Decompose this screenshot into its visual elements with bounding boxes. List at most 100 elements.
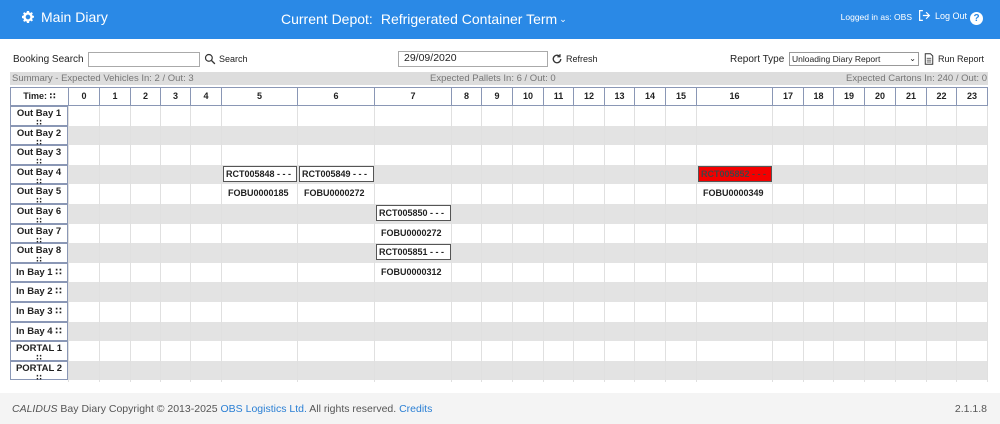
summary-bar: Summary - Expected Vehicles In: 2 / Out:… bbox=[10, 72, 988, 85]
depot-value[interactable]: Refrigerated Container Term bbox=[381, 11, 557, 27]
run-report-button[interactable]: Run Report bbox=[923, 53, 984, 65]
column-divider bbox=[956, 106, 957, 382]
bay-label-text: Out Bay 3 bbox=[16, 147, 62, 159]
bay-label[interactable]: Out Bay 8 ∷ bbox=[10, 243, 68, 264]
booking-container-ref: FOBU0000349 bbox=[703, 188, 764, 199]
hour-header-12: 12 bbox=[573, 87, 605, 106]
hour-header-10: 10 bbox=[512, 87, 544, 106]
bay-label-text: Out Bay 1 bbox=[16, 108, 62, 119]
main-diary-link[interactable]: Main Diary bbox=[20, 9, 108, 25]
hour-header-8: 8 bbox=[451, 87, 482, 106]
column-divider bbox=[895, 106, 896, 382]
hour-header-22: 22 bbox=[926, 87, 957, 106]
hour-header-16: 16 bbox=[696, 87, 773, 106]
bay-label-text: In Bay 3 ∷ bbox=[16, 306, 62, 317]
bay-row: Out Bay 3 ∷ bbox=[10, 145, 988, 166]
hour-header-20: 20 bbox=[864, 87, 896, 106]
booking-card[interactable]: RCT005851 - - - bbox=[376, 244, 451, 261]
column-divider bbox=[604, 106, 605, 382]
booking-card[interactable]: RCT005849 - - - bbox=[299, 165, 374, 182]
logout-button[interactable]: Log Out bbox=[918, 9, 967, 22]
bay-label[interactable]: In Bay 4 ∷ bbox=[10, 321, 68, 342]
hour-header-13: 13 bbox=[604, 87, 635, 106]
run-report-label: Run Report bbox=[938, 54, 985, 64]
hour-header-19: 19 bbox=[833, 87, 865, 106]
bay-label[interactable]: PORTAL 2 ∷ bbox=[10, 360, 68, 382]
bay-label-text: PORTAL 1 bbox=[15, 343, 63, 355]
bay-label[interactable]: Out Bay 4 ∷ bbox=[10, 164, 68, 186]
bay-label[interactable]: Out Bay 7 ∷ bbox=[10, 223, 68, 245]
company-link[interactable]: OBS Logistics Ltd. bbox=[221, 403, 307, 415]
column-divider bbox=[374, 106, 375, 382]
bay-label[interactable]: Out Bay 5 ∷ bbox=[10, 184, 68, 205]
bay-label[interactable]: Out Bay 3 ∷ bbox=[10, 145, 68, 166]
bay-row: In Bay 4 ∷ bbox=[10, 321, 988, 342]
bay-label[interactable]: In Bay 2 ∷ bbox=[10, 282, 68, 302]
booking-card[interactable]: RCT005850 - - - bbox=[376, 205, 451, 221]
column-divider bbox=[803, 106, 804, 382]
bay-row: In Bay 3 ∷ bbox=[10, 302, 988, 322]
bay-label[interactable]: PORTAL 1 ∷ bbox=[10, 341, 68, 362]
report-type-value: Unloading Diary Report bbox=[792, 54, 881, 64]
column-divider bbox=[543, 106, 544, 382]
hour-header-23: 23 bbox=[956, 87, 988, 106]
bay-label-text: Out Bay 8 bbox=[16, 245, 62, 257]
column-divider bbox=[512, 106, 513, 382]
refresh-label: Refresh bbox=[566, 54, 598, 64]
hour-header-1: 1 bbox=[99, 87, 131, 106]
app-title: Main Diary bbox=[41, 9, 108, 25]
column-divider bbox=[833, 106, 834, 382]
bay-row: Out Bay 2 ∷ bbox=[10, 125, 988, 147]
hour-header-0: 0 bbox=[68, 87, 100, 106]
chevron-down-icon: ⌄ bbox=[559, 13, 567, 24]
credits-link[interactable]: Credits bbox=[399, 403, 432, 415]
hour-header-2: 2 bbox=[130, 87, 161, 106]
booking-search-input[interactable] bbox=[88, 52, 200, 67]
copyright: CALIDUS Bay Diary Copyright © 2013-2025 … bbox=[12, 403, 432, 415]
bay-row: PORTAL 1 ∷ bbox=[10, 341, 988, 362]
column-divider bbox=[772, 106, 773, 382]
summary-pallets: Expected Pallets In: 6 / Out: 0 bbox=[430, 73, 556, 84]
hour-header-3: 3 bbox=[160, 87, 191, 106]
bay-label[interactable]: Out Bay 1 ∷ bbox=[10, 106, 68, 127]
date-input[interactable]: 29/09/2020 bbox=[398, 51, 548, 67]
column-divider bbox=[130, 106, 131, 382]
bay-label-text: In Bay 2 ∷ bbox=[16, 286, 62, 298]
footer: CALIDUS Bay Diary Copyright © 2013-2025 … bbox=[0, 393, 1000, 424]
column-divider bbox=[573, 106, 574, 382]
column-divider bbox=[987, 106, 988, 382]
search-button[interactable]: Search bbox=[204, 53, 248, 65]
toolbar: Booking Search Search 29/09/2020 Refresh… bbox=[0, 50, 1000, 70]
bay-label[interactable]: In Bay 1 ∷ bbox=[10, 262, 68, 283]
hour-header-9: 9 bbox=[481, 87, 513, 106]
bay-row: Out Bay 8 ∷ bbox=[10, 243, 988, 264]
logged-in-text: Logged in as: OBS bbox=[840, 12, 912, 22]
depot-label: Current Depot: bbox=[281, 11, 373, 27]
drag-handle-icon[interactable]: ∷ bbox=[11, 373, 67, 382]
bay-label-text: Out Bay 6 bbox=[16, 206, 62, 217]
bay-label[interactable]: Out Bay 2 ∷ bbox=[10, 125, 68, 147]
column-divider bbox=[634, 106, 635, 382]
bay-row: Out Bay 6 ∷ bbox=[10, 204, 988, 225]
search-label: Search bbox=[219, 54, 248, 64]
booking-card[interactable]: RCT005848 - - - bbox=[223, 165, 297, 182]
column-divider bbox=[481, 106, 482, 382]
bay-label-text: Out Bay 4 bbox=[16, 166, 62, 178]
booking-card[interactable]: RCT005852 - - - bbox=[698, 165, 772, 182]
bay-label[interactable]: In Bay 3 ∷ bbox=[10, 302, 68, 322]
help-icon[interactable]: ? bbox=[970, 12, 983, 25]
column-divider bbox=[99, 106, 100, 382]
bay-row: Out Bay 4 ∷ bbox=[10, 164, 988, 186]
bay-row: Out Bay 1 ∷ bbox=[10, 106, 988, 127]
column-divider bbox=[190, 106, 191, 382]
bay-label-text: PORTAL 2 bbox=[15, 362, 63, 374]
booking-container-ref: FOBU0000272 bbox=[304, 188, 365, 199]
booking-container-ref: FOBU0000312 bbox=[381, 266, 442, 277]
hour-header-11: 11 bbox=[543, 87, 574, 106]
bay-label[interactable]: Out Bay 6 ∷ bbox=[10, 204, 68, 225]
report-type-label: Report Type bbox=[730, 54, 785, 65]
refresh-button[interactable]: Refresh bbox=[551, 53, 598, 65]
report-type-select[interactable]: Unloading Diary Report ⌄ bbox=[789, 52, 919, 66]
booking-container-ref: FOBU0000272 bbox=[381, 227, 442, 238]
depot-selector[interactable]: Current Depot: Refrigerated Container Te… bbox=[281, 11, 567, 27]
